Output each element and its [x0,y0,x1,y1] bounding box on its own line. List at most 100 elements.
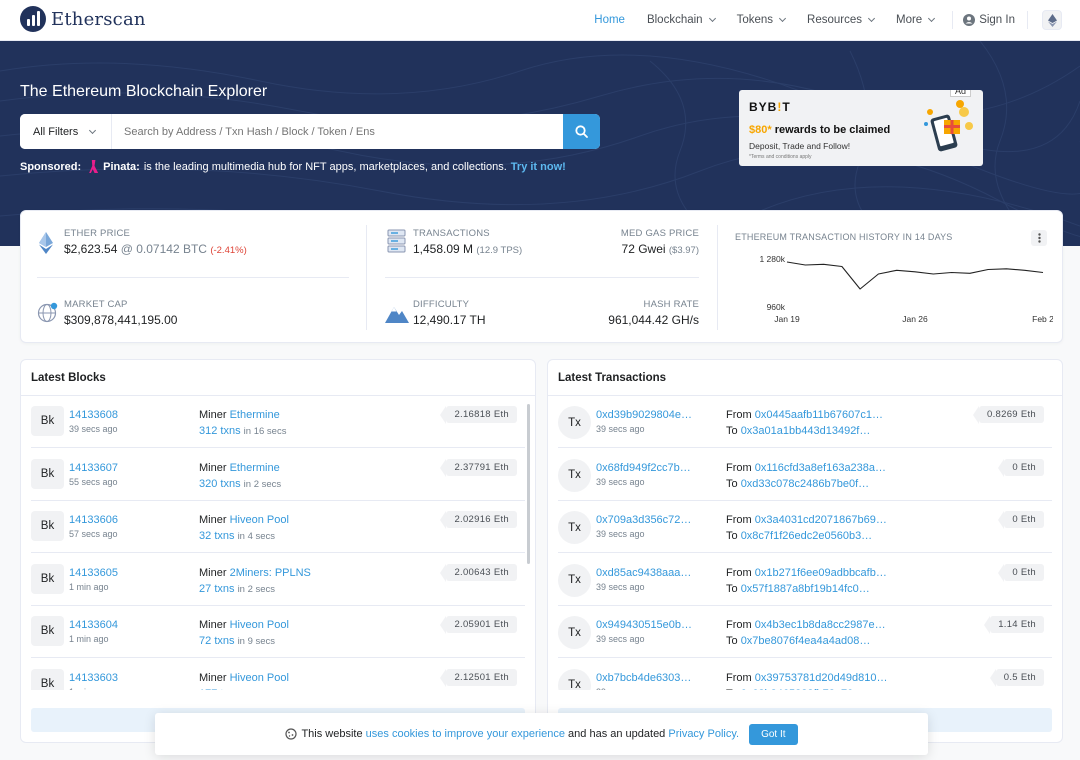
block-miner-line: Miner Hiveon Pool [199,670,289,686]
block-age: 1 min ago [69,581,109,592]
nav-home[interactable]: Home [594,14,625,26]
logo[interactable]: Etherscan [20,6,146,32]
to-address-link[interactable]: 0x68b3465833fb72a70e… [741,688,871,691]
block-txns-link[interactable]: 177 txns [199,688,241,691]
block-number-link[interactable]: 14133607 [69,462,118,474]
to-address-link[interactable]: 0x8c7f1f26edc2e0560b3… [741,530,873,542]
globe-icon [37,302,58,323]
nav-more[interactable]: More [895,14,936,26]
transaction-age: 39 secs ago [596,581,645,592]
block-age: 1 min ago [69,634,109,644]
to-address-link[interactable]: 0x7be8076f4ea4a4ad08… [741,635,871,647]
advertisement-banner[interactable]: Ad BYB!T $80* rewards to be claimed Depo… [739,90,983,166]
from-address-link[interactable]: 0x4b3ec1b8da8cc2987e… [755,619,886,631]
sponsor-cta-link[interactable]: Try it now! [511,161,566,173]
nav-divider [1027,11,1028,29]
pinata-logo-icon [89,160,99,173]
from-label: From [726,566,752,579]
miner-link[interactable]: Hiveon Pool [230,672,289,684]
sponsored-line: Sponsored: Pinata: is the leading multim… [20,160,566,173]
cookie-policy-link[interactable]: uses cookies to improve your experience [366,728,565,740]
transaction-hash-link[interactable]: 0x949430515e0b… [596,619,692,631]
to-address-link[interactable]: 0xd33c078c2486b7be0f… [741,478,869,490]
market-cap-stat: MARKET CAP $309,878,441,195.00 [64,299,177,327]
from-address-link[interactable]: 0x116cfd3a8ef163a238a… [755,462,886,474]
nav-blockchain[interactable]: Blockchain [647,14,716,26]
txns-suffix: txns [214,530,235,542]
to-label: To [726,477,738,490]
from-label: From [726,619,752,631]
chevron-down-icon [89,126,97,134]
to-address-link[interactable]: 0x57f1887a8bf19b14fc0… [741,583,870,595]
from-label: From [726,671,752,684]
sponsor-text: is the leading multimedia hub for NFT ap… [143,160,507,173]
transaction-info: 0xd85ac9438aaa… 39 secs ago [596,567,691,592]
nav-resources[interactable]: Resources [807,14,876,26]
block-number-link[interactable]: 14133605 [69,567,118,579]
miner-label: Miner [199,409,227,421]
block-number-link[interactable]: 14133608 [69,409,118,421]
from-address-link[interactable]: 0x0445aafb11b67607c1… [755,409,883,421]
network-switch-button[interactable] [1042,10,1062,30]
block-txns-line: 72 txns in 9 secs [199,633,289,650]
ad-brand-part: T [782,100,791,114]
miner-link[interactable]: Hiveon Pool [230,514,289,526]
miner-link[interactable]: 2Miners: PPLNS [230,567,311,579]
block-txns-link[interactable]: 312 txns [199,425,241,437]
block-txns-link[interactable]: 27 txns [199,583,235,595]
server-icon [387,229,406,253]
gas-price-link[interactable]: 72 Gwei [622,242,666,256]
chart-x-tick-label: Jan 19 [774,314,800,324]
block-miner-info: Miner Hiveon Pool 32 txns in 4 secs [199,512,289,545]
from-address-link[interactable]: 0x39753781d20d49d810… [755,672,888,684]
transaction-info: 0x949430515e0b… 39 secs ago [596,619,692,644]
block-reward-badge: 2.02916 Eth [440,511,517,529]
transaction-hash-link[interactable]: 0xd39b9029804e… [596,409,692,421]
block-number-link[interactable]: 14133603 [69,672,118,684]
miner-link[interactable]: Hiveon Pool [230,619,289,631]
transaction-hash-link[interactable]: 0x709a3d356c72… [596,514,691,526]
mountain-icon [385,307,409,323]
search-button[interactable] [563,114,600,149]
from-address-link[interactable]: 0x1b271f6ee09adbbcafb… [755,567,887,579]
gas-price-label: MED GAS PRICE [620,228,699,239]
difficulty-value: 12,490.17 TH [413,313,486,327]
block-txns-link[interactable]: 320 txns [199,478,241,490]
ad-tag: Ad [949,90,971,97]
search-icon [575,125,588,138]
transaction-info: 0xd39b9029804e… 39 secs ago [596,409,692,434]
transaction-addresses: From 0x4b3ec1b8da8cc2987e… To 0x7be8076f4… [726,617,886,649]
block-number-link[interactable]: 14133604 [69,619,118,631]
block-age: 57 secs ago [69,529,118,539]
transactions-tps: (12.9 TPS) [476,245,523,256]
transaction-row: Tx 0xd39b9029804e… 39 secs ago From 0x0445a… [548,396,1062,448]
chart-menu-button[interactable] [1031,230,1047,246]
transaction-value-badge: 0 Eth [998,563,1044,582]
block-txns-link[interactable]: 72 txns [199,635,235,647]
accept-cookies-button[interactable]: Got It [749,723,798,745]
latest-transactions-list: Tx 0xd39b9029804e… 39 secs ago From 0x0445a… [548,396,1062,690]
transaction-info: 0x709a3d356c72… 39 secs ago [596,514,691,539]
ether-price-link[interactable]: $2,623.54 [64,242,117,256]
search-input[interactable] [112,114,563,149]
transaction-hash-link[interactable]: 0xb7bcb4de6303… [596,672,691,684]
transaction-value-badge: 0.5 Eth [989,668,1044,687]
transaction-badge-label: Tx [568,679,581,690]
transactions-link[interactable]: 1,458.09 M [413,242,473,256]
transaction-hash-link[interactable]: 0xd85ac9438aaa… [596,567,691,579]
privacy-policy-link[interactable]: Privacy Policy. [668,728,739,740]
block-badge: Bk [31,616,64,646]
divider [37,277,349,278]
miner-link[interactable]: Ethermine [230,462,280,474]
sign-in-link[interactable]: Sign In [963,14,1015,26]
nav-tokens[interactable]: Tokens [737,14,787,26]
from-address-link[interactable]: 0x3a4031cd2071867b69… [755,514,887,526]
to-address-link[interactable]: 0x3a01a1bb443d13492f… [741,425,871,437]
block-number-link[interactable]: 14133606 [69,514,118,526]
miner-link[interactable]: Ethermine [230,409,280,421]
ad-subtext: Deposit, Trade and Follow! [749,141,851,151]
transaction-hash-link[interactable]: 0x68fd949f2cc7b… [596,462,691,474]
search-filter-dropdown[interactable]: All Filters [20,114,112,149]
block-txns-link[interactable]: 32 txns [199,530,235,542]
nav-more-label: More [895,14,923,26]
